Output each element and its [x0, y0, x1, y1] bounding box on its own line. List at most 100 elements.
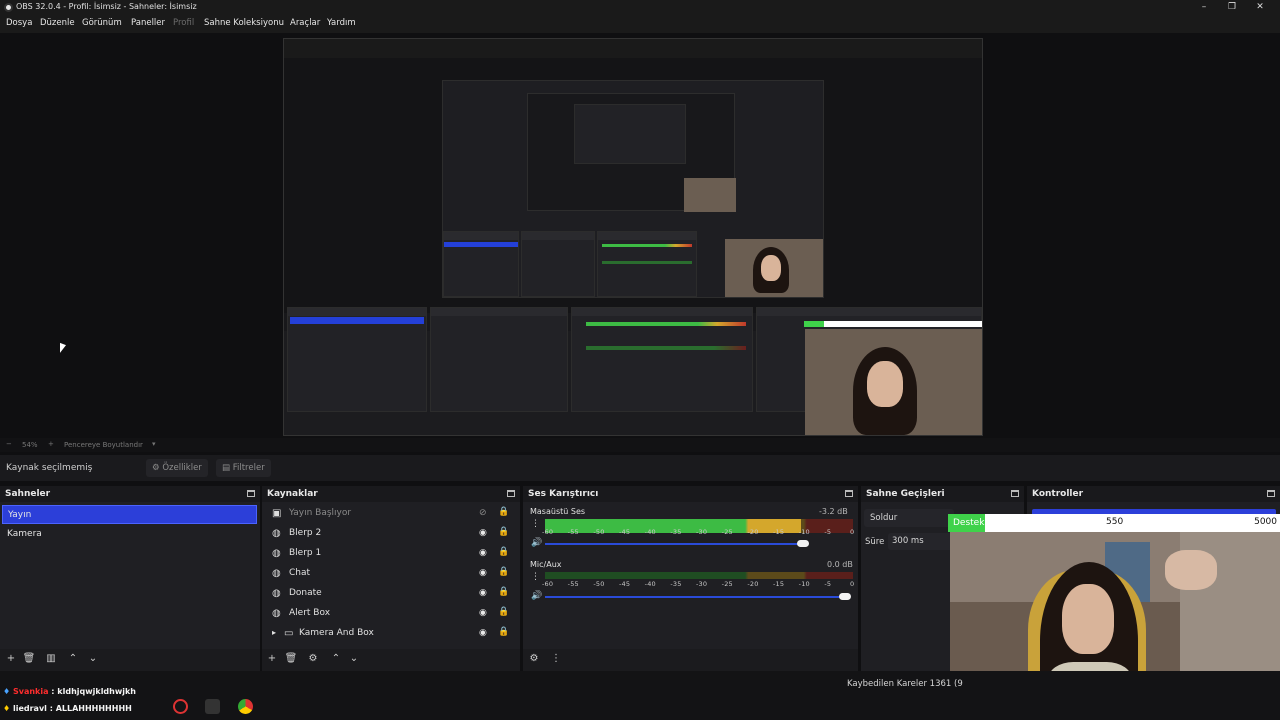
meter-tick-label: 0 [850, 528, 855, 536]
source-row[interactable]: ◍ Alert Box ◉ 🔒 [266, 604, 514, 624]
transition-select[interactable]: Soldur [864, 509, 954, 527]
channel-menu-icon[interactable]: ⋮ [531, 572, 540, 582]
nested-sources-pane [521, 231, 595, 297]
source-properties-icon[interactable]: ⚙ [306, 653, 320, 664]
volume-slider-knob[interactable] [839, 593, 851, 600]
lock-icon[interactable]: 🔒 [498, 627, 509, 637]
volume-slider[interactable] [545, 596, 845, 598]
scene-item-kamera[interactable]: Kamera [2, 525, 257, 544]
chat-user: Svankia [12, 687, 49, 696]
nested-title-bar [284, 39, 982, 49]
menu-view[interactable]: Görünüm [82, 18, 122, 28]
image-icon: ▣ [272, 508, 282, 519]
nested-donation-bar [804, 321, 982, 327]
source-label: Yayın Başlıyor [289, 508, 352, 518]
mixer-settings-icon[interactable]: ⚙ [527, 653, 541, 664]
source-row[interactable]: ◍ Donate ◉ 🔒 [266, 584, 514, 604]
dock-float-icon[interactable] [845, 490, 853, 497]
expand-icon[interactable]: ▸ [272, 628, 276, 637]
eye-icon[interactable]: ◉ [479, 628, 487, 638]
source-row[interactable]: ◍ Blerp 2 ◉ 🔒 [266, 524, 514, 544]
app-taskbar-icon[interactable] [205, 699, 220, 714]
eye-icon[interactable]: ◉ [479, 568, 487, 578]
source-row[interactable]: ▸ ▭ Kamera And Box ◉ 🔒 [266, 624, 514, 644]
menu-tools[interactable]: Araçlar [290, 18, 320, 28]
scene-item-yayin[interactable]: Yayın [2, 505, 257, 524]
menu-help[interactable]: Yardım [327, 18, 356, 28]
speaker-icon[interactable]: 🔊 [531, 591, 542, 601]
donation-goal-bar: Destek 550 5000 [948, 514, 1280, 532]
move-up-icon[interactable]: ⌃ [329, 653, 343, 664]
speaker-icon[interactable]: 🔊 [531, 538, 542, 548]
zoom-out-icon[interactable]: − [6, 440, 12, 448]
eye-icon[interactable]: ◉ [479, 528, 487, 538]
volume-slider[interactable] [545, 543, 803, 545]
move-down-icon[interactable]: ⌄ [86, 653, 100, 664]
globe-icon: ◍ [272, 568, 281, 579]
mouse-cursor-icon [60, 342, 66, 356]
webcam-hand [1165, 550, 1217, 590]
minimize-icon[interactable]: – [1197, 1, 1211, 13]
dock-float-icon[interactable] [507, 490, 515, 497]
transitions-title: Sahne Geçişleri [866, 489, 945, 499]
source-row[interactable]: ◍ Chat ◉ 🔒 [266, 564, 514, 584]
source-toolbar: Kaynak seçilmemiş ⚙ Özellikler ▤ Filtrel… [0, 455, 1280, 481]
scenes-title: Sahneler [5, 489, 51, 499]
globe-icon: ◍ [272, 608, 281, 619]
lock-icon[interactable]: 🔒 [498, 507, 509, 517]
zoom-dropdown-icon[interactable]: ▾ [152, 440, 156, 448]
nested-deep-pane [574, 104, 686, 164]
dock-float-icon[interactable] [1011, 490, 1019, 497]
mixer-menu-icon[interactable]: ⋮ [549, 653, 563, 664]
meter-tick-label: 0 [850, 580, 855, 588]
lock-icon[interactable]: 🔒 [498, 607, 509, 617]
move-down-icon[interactable]: ⌄ [347, 653, 361, 664]
dock-float-icon[interactable] [1267, 490, 1275, 497]
globe-icon: ◍ [272, 528, 281, 539]
meter-tick-label: -20 [747, 580, 759, 588]
no-source-selected: Kaynak seçilmemiş [6, 463, 93, 473]
filters-button[interactable]: ▤ Filtreler [216, 459, 271, 477]
meter-tick-label: -45 [619, 580, 631, 588]
volume-slider-knob[interactable] [797, 540, 809, 547]
nested-mixer-dock [571, 307, 753, 412]
close-icon[interactable]: ✕ [1253, 1, 1267, 13]
zoom-mode[interactable]: Pencereye Boyutlandır [64, 441, 143, 449]
remove-source-icon[interactable]: 🗑 [284, 653, 298, 664]
meter-tick-label: -20 [747, 528, 759, 536]
menu-edit[interactable]: Düzenle [40, 18, 75, 28]
zoom-in-icon[interactable]: + [48, 440, 54, 448]
remove-scene-icon[interactable]: 🗑 [22, 653, 36, 664]
source-row[interactable]: ◍ Blerp 1 ◉ 🔒 [266, 544, 514, 564]
nested-mixer-pane [597, 231, 697, 297]
menu-file[interactable]: Dosya [6, 18, 32, 28]
lock-icon[interactable]: 🔒 [498, 587, 509, 597]
globe-icon: ◍ [272, 548, 281, 559]
scene-filters-icon[interactable]: ▥ [44, 653, 58, 664]
eye-icon[interactable]: ◉ [479, 608, 487, 618]
menu-scene-collection[interactable]: Sahne Koleksiyonu [204, 18, 284, 28]
dock-float-icon[interactable] [247, 490, 255, 497]
restore-icon[interactable]: ❐ [1225, 1, 1239, 13]
lock-icon[interactable]: 🔒 [498, 527, 509, 537]
add-source-icon[interactable]: + [265, 653, 279, 664]
add-scene-icon[interactable]: + [4, 653, 18, 664]
source-row[interactable]: ▣ Yayın Başlıyor ⊘ 🔒 [266, 504, 514, 524]
move-up-icon[interactable]: ⌃ [66, 653, 80, 664]
properties-button[interactable]: ⚙ Özellikler [146, 459, 208, 477]
duration-input[interactable]: 300 ms [888, 533, 958, 550]
source-label: Chat [289, 568, 311, 578]
lock-icon[interactable]: 🔒 [498, 567, 509, 577]
eye-icon[interactable]: ◉ [479, 548, 487, 558]
eye-hidden-icon[interactable]: ⊘ [479, 508, 487, 518]
obs-taskbar-icon[interactable] [173, 699, 188, 714]
nested-scenes-pane [443, 231, 519, 297]
menu-profile[interactable]: Profil [173, 18, 194, 28]
menu-docks[interactable]: Paneller [131, 18, 165, 28]
chrome-taskbar-icon[interactable] [238, 699, 253, 714]
meter-tick-label: -5 [824, 580, 832, 588]
eye-icon[interactable]: ◉ [479, 588, 487, 598]
channel-menu-icon[interactable]: ⋮ [531, 519, 540, 529]
meter-tick-label: -10 [798, 528, 810, 536]
lock-icon[interactable]: 🔒 [498, 547, 509, 557]
